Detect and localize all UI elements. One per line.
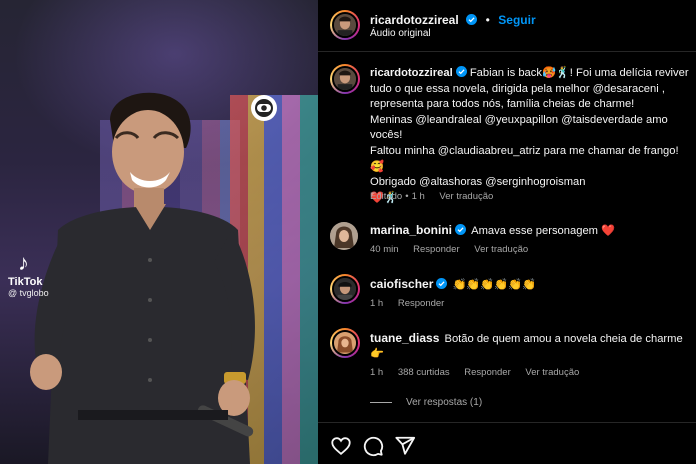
comment-body: marina_bonini Amava esse personagem ❤️ bbox=[370, 223, 688, 239]
caption-line: Obrigado @altashoras @serginhogroisman bbox=[370, 176, 586, 189]
caption-meta: Editado • 1 h Ver tradução bbox=[370, 191, 505, 202]
reply-button[interactable]: Responder bbox=[464, 367, 510, 378]
caption-text: ricardotozzireal Fabian is back🥵🕺! Foi u… bbox=[370, 66, 690, 206]
translate-link[interactable]: Ver tradução bbox=[525, 367, 579, 378]
commenter-avatar[interactable] bbox=[330, 274, 360, 304]
post-header: ricardotozzireal • Seguir Áudio original bbox=[318, 0, 696, 52]
tiktok-handle: @ tvglobo bbox=[8, 288, 49, 298]
comment-meta: 1 h 388 curtidas Responder Ver tradução bbox=[370, 367, 591, 378]
caption-line: tudo o que essa novela, dirigida pela me… bbox=[370, 82, 665, 95]
commenter-username[interactable]: marina_bonini bbox=[370, 223, 452, 237]
caption-line: representa para todos nós, família cheia… bbox=[370, 98, 635, 111]
caption-avatar-image bbox=[334, 68, 356, 90]
verified-badge-icon bbox=[455, 66, 467, 77]
caption-line: Fabian is back🥵🕺! Foi uma delícia revive… bbox=[469, 67, 689, 79]
commenter-avatar-image bbox=[334, 278, 356, 300]
caption-line: Meninas @leandraleal @yeuxpapillon @tais… bbox=[370, 113, 668, 126]
author-username[interactable]: ricardotozzireal bbox=[370, 13, 459, 27]
comment-text: 👏👏👏👏👏👏 bbox=[452, 279, 537, 291]
caption-time: 1 h bbox=[411, 191, 425, 202]
commenter-username[interactable]: tuane_diass bbox=[370, 331, 439, 345]
audio-label[interactable]: Áudio original bbox=[370, 28, 431, 39]
comment-likes[interactable]: 388 curtidas bbox=[398, 367, 450, 378]
caption-line: vocês! bbox=[370, 129, 403, 142]
caption-avatar[interactable] bbox=[330, 64, 360, 94]
edited-label: Editado bbox=[370, 191, 403, 202]
video-player[interactable]: ♪ TikTok @ tvglobo bbox=[0, 0, 318, 464]
post-panel: ricardotozzireal • Seguir Áudio original bbox=[318, 0, 696, 464]
verified-badge-icon bbox=[466, 14, 478, 25]
comment-meta: 1 h Responder bbox=[370, 298, 456, 309]
action-bar bbox=[318, 422, 696, 464]
commenter-avatar[interactable] bbox=[330, 328, 360, 358]
translate-link[interactable]: Ver tradução bbox=[439, 191, 493, 202]
comment-time: 1 h bbox=[370, 298, 384, 309]
verified-badge-icon bbox=[436, 278, 448, 289]
follow-button[interactable]: Seguir bbox=[498, 13, 535, 27]
commenter-avatar-image bbox=[330, 222, 358, 250]
tiktok-icon: ♪ bbox=[18, 250, 29, 275]
commenter-avatar[interactable] bbox=[330, 222, 358, 250]
reply-button[interactable]: Responder bbox=[413, 244, 459, 255]
replies-divider bbox=[370, 401, 392, 403]
share-icon[interactable] bbox=[394, 435, 416, 457]
translate-link[interactable]: Ver tradução bbox=[474, 244, 528, 255]
comment-time: 1 h bbox=[370, 367, 384, 378]
reply-button[interactable]: Responder bbox=[398, 298, 444, 309]
caption-line: Faltou minha @claudiaabreu_atriz para me… bbox=[370, 144, 679, 173]
separator-dot: • bbox=[485, 13, 490, 27]
verified-badge-icon bbox=[455, 224, 467, 235]
author-line: ricardotozzireal • Seguir bbox=[370, 11, 536, 29]
view-replies-button[interactable]: Ver respostas (1) bbox=[370, 397, 482, 408]
author-avatar-image bbox=[334, 14, 356, 36]
commenter-avatar-image bbox=[334, 332, 356, 354]
commenter-username[interactable]: caiofischer bbox=[370, 277, 433, 291]
tiktok-watermark: ♪ TikTok @ tvglobo bbox=[8, 250, 78, 299]
tiktok-label: TikTok bbox=[8, 276, 43, 288]
author-avatar[interactable] bbox=[330, 10, 360, 40]
comment-body: caiofischer 👏👏👏👏👏👏 bbox=[370, 277, 688, 293]
view-replies-label: Ver respostas (1) bbox=[406, 397, 483, 408]
comment-icon[interactable] bbox=[362, 435, 384, 457]
comment-text: Botão de quem amou a novela cheia de cha… bbox=[444, 333, 683, 345]
comment-text-emoji: 👉 bbox=[370, 348, 384, 360]
caption-dot: • bbox=[405, 191, 409, 202]
caption-username[interactable]: ricardotozzireal bbox=[370, 67, 453, 79]
heart-icon[interactable] bbox=[330, 435, 352, 457]
comment-meta: 40 min Responder Ver tradução bbox=[370, 244, 540, 255]
comment-text: Amava esse personagem ❤️ bbox=[471, 225, 616, 237]
comment-time: 40 min bbox=[370, 244, 399, 255]
comment-body: tuane_diass Botão de quem amou a novela … bbox=[370, 331, 688, 362]
